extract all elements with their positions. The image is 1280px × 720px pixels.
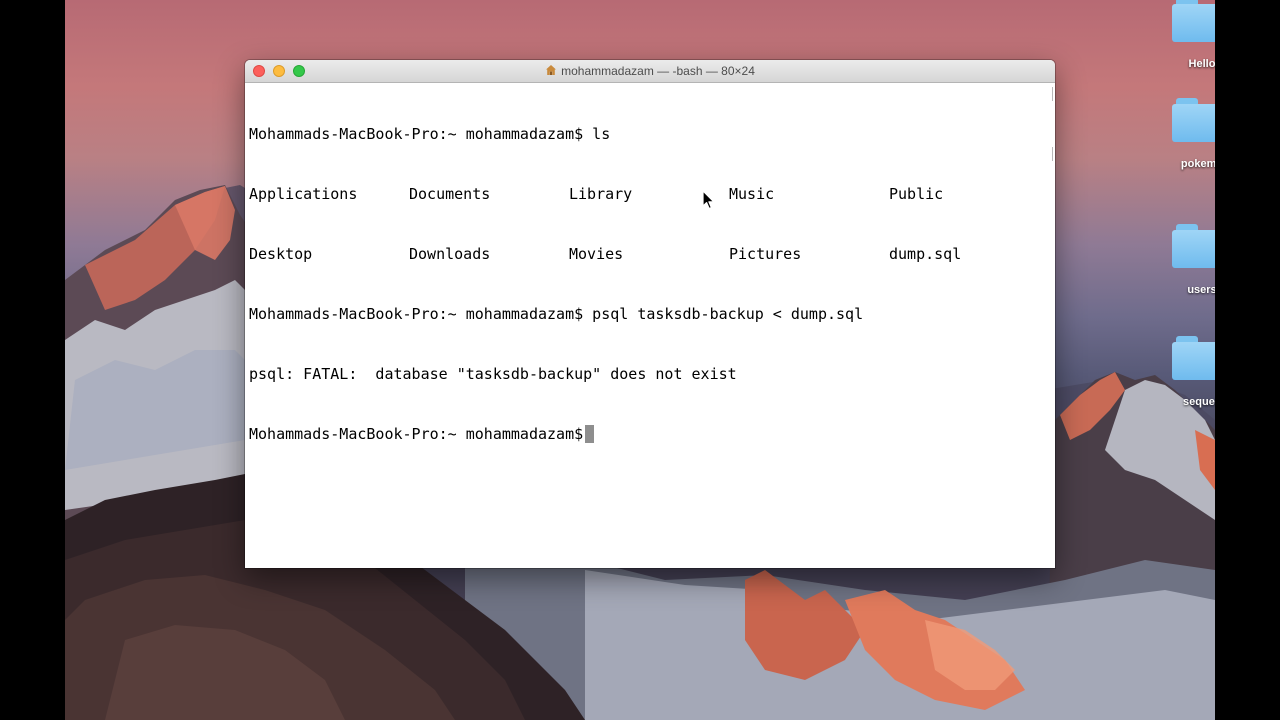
- window-titlebar[interactable]: mohammadazam — -bash — 80×24: [245, 60, 1055, 83]
- ls-entry: Music: [729, 185, 775, 203]
- folder-icon: [1170, 0, 1215, 42]
- desktop-folder-label: sequeli: [1183, 396, 1215, 408]
- folder-icon: [1170, 336, 1215, 380]
- terminal-line: Mohammads-MacBook-Pro:~ mohammadazam$ ls: [249, 124, 1055, 144]
- desktop-folder-label: pokemo: [1180, 158, 1215, 170]
- text-cursor: [585, 425, 595, 443]
- window-title: mohammadazam — -bash — 80×24: [245, 60, 1055, 82]
- ls-entry: Pictures: [729, 245, 802, 263]
- desktop-folder-pokemo[interactable]: pokemo: [1157, 98, 1215, 170]
- command-text: ls: [592, 125, 611, 143]
- ls-entry: Movies: [569, 245, 624, 263]
- terminal-line: Mohammads-MacBook-Pro:~ mohammadazam$ ps…: [249, 304, 1055, 324]
- ls-entry: Applications: [249, 185, 358, 203]
- mouse-pointer-icon: [702, 190, 715, 210]
- shell-prompt: Mohammads-MacBook-Pro:~ mohammadazam$: [249, 125, 584, 143]
- desktop-folder-sequeli[interactable]: sequeli: [1157, 336, 1215, 408]
- window-title-text: mohammadazam — -bash — 80×24: [561, 64, 755, 78]
- desktop-folder-hello[interactable]: Hello: [1157, 0, 1215, 70]
- command-text: psql tasksdb-backup < dump.sql: [592, 305, 864, 323]
- ls-entry: Documents: [409, 185, 491, 203]
- desktop-folder-label: Hello: [1188, 58, 1215, 70]
- ls-output-row: Desktop Downloads Movies Pictures dump.s…: [249, 244, 1055, 264]
- ls-entry: Desktop: [249, 245, 313, 263]
- terminal-window[interactable]: mohammadazam — -bash — 80×24 Mohammads-M…: [245, 60, 1055, 568]
- terminal-line: Mohammads-MacBook-Pro:~ mohammadazam$: [249, 424, 1055, 444]
- desktop-folder-label: users: [1187, 284, 1215, 296]
- ls-entry: dump.sql: [889, 245, 962, 263]
- folder-icon: [1170, 224, 1215, 268]
- ls-output-row: Applications Documents Library Music Pub…: [249, 184, 1055, 204]
- error-output-line: psql: FATAL: database "tasksdb-backup" d…: [249, 365, 737, 383]
- line-mark-bracket: [1052, 87, 1053, 101]
- ls-entry: Downloads: [409, 245, 491, 263]
- home-icon: [546, 65, 557, 75]
- shell-prompt: Mohammads-MacBook-Pro:~ mohammadazam$: [249, 305, 584, 323]
- screen: Hello pokemo users sequeli: [0, 0, 1280, 720]
- ls-entry: Public: [889, 185, 944, 203]
- folder-icon: [1170, 98, 1215, 142]
- shell-prompt: Mohammads-MacBook-Pro:~ mohammadazam$: [249, 425, 584, 443]
- line-mark-bracket: [1052, 147, 1053, 161]
- terminal-content[interactable]: Mohammads-MacBook-Pro:~ mohammadazam$ ls…: [249, 84, 1055, 568]
- desktop-folder-users[interactable]: users: [1157, 224, 1215, 296]
